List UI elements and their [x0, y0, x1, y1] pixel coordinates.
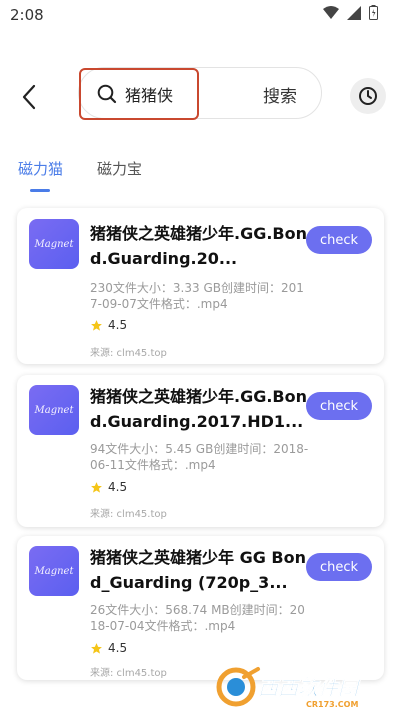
- logo-text: Magnet: [34, 238, 74, 250]
- tab-cilibao[interactable]: 磁力宝: [97, 158, 142, 179]
- result-rating: 4.5: [90, 318, 127, 332]
- logo-text: Magnet: [34, 404, 74, 416]
- result-title: 猪猪侠之英雄猪少年.GG.Bond.Guarding.20...: [90, 224, 308, 268]
- result-card[interactable]: Magnet 猪猪侠之英雄猪少年.GG.Bond.Guarding.20... …: [17, 208, 384, 364]
- result-meta: 230文件大小：3.33 GB创建时间：2017-09-07文件格式：.mp4: [90, 281, 304, 311]
- history-button[interactable]: [350, 78, 386, 114]
- result-source: 来源: clm45.top: [90, 509, 167, 520]
- search-button[interactable]: 搜索: [263, 82, 297, 107]
- search-icon: [97, 84, 117, 104]
- search-query: 猪猪侠: [125, 86, 174, 105]
- wifi-icon: [323, 5, 339, 24]
- check-button[interactable]: check: [306, 392, 372, 420]
- watermark-logo: 西西软件园 CR173.COM: [214, 663, 384, 711]
- rating-value: 4.5: [108, 480, 128, 494]
- logo-text: Magnet: [34, 565, 74, 577]
- rating-value: 4.5: [108, 318, 128, 332]
- rating-value: 4.5: [108, 641, 128, 655]
- search-bar: 猪猪侠 搜索: [78, 67, 322, 120]
- tab-cilimao[interactable]: 磁力猫: [18, 158, 63, 179]
- result-rating: 4.5: [90, 480, 127, 494]
- star-icon: [91, 319, 102, 331]
- signal-icon: [347, 5, 361, 24]
- result-source: 来源: clm45.top: [90, 668, 167, 679]
- result-card[interactable]: Magnet 猪猪侠之英雄猪少年.GG.Bond.Guarding.2017.H…: [17, 375, 384, 527]
- status-icons: [323, 5, 378, 24]
- svg-text:西西软件园: 西西软件园: [258, 676, 361, 700]
- magnet-logo: Magnet: [29, 385, 79, 435]
- clock-icon: [359, 87, 377, 105]
- result-card[interactable]: Magnet 猪猪侠之英雄猪少年 GG Bond_Guarding (720p_…: [17, 536, 384, 680]
- check-button[interactable]: check: [306, 553, 372, 581]
- check-button[interactable]: check: [306, 226, 372, 254]
- star-icon: [91, 642, 102, 654]
- search-input[interactable]: 猪猪侠: [79, 68, 199, 120]
- svg-text:CR173.COM: CR173.COM: [306, 700, 358, 709]
- chevron-left-icon: [22, 84, 36, 110]
- magnet-logo: Magnet: [29, 546, 79, 596]
- tab-indicator: [30, 189, 50, 192]
- magnet-logo: Magnet: [29, 219, 79, 269]
- result-title: 猪猪侠之英雄猪少年 GG Bond_Guarding (720p_3...: [90, 548, 306, 592]
- battery-icon: [369, 5, 378, 24]
- status-bar: 2:08: [0, 0, 402, 30]
- result-meta: 26文件大小：568.74 MB创建时间：2018-07-04文件格式：.mp4: [90, 603, 305, 633]
- back-button[interactable]: [14, 80, 44, 114]
- result-source: 来源: clm45.top: [90, 348, 167, 359]
- status-time: 2:08: [10, 6, 44, 24]
- star-icon: [91, 481, 102, 493]
- result-meta: 94文件大小：5.45 GB创建时间：2018-06-11文件格式：.mp4: [90, 442, 309, 472]
- result-title: 猪猪侠之英雄猪少年.GG.Bond.Guarding.2017.HD1...: [90, 387, 308, 431]
- result-rating: 4.5: [90, 641, 127, 655]
